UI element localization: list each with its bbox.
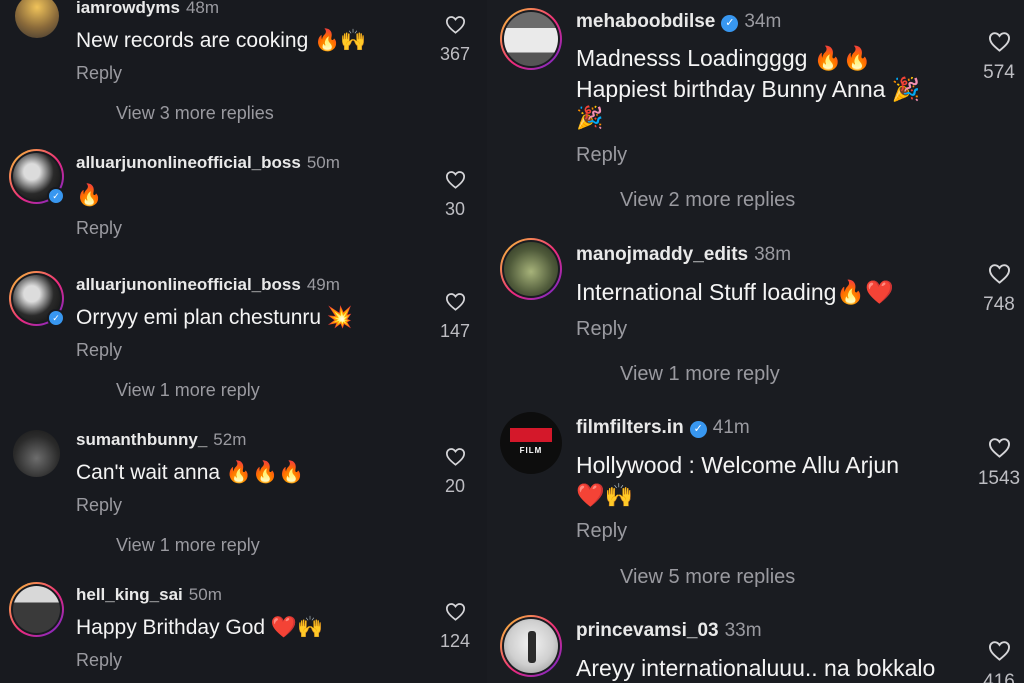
timestamp: 48m xyxy=(185,0,220,17)
avatar[interactable]: FILM xyxy=(500,412,562,474)
heart-outline-icon xyxy=(445,448,465,466)
comment-text-line-2: Happiest birthday Bunny Anna 🎉 xyxy=(576,76,921,102)
avatar[interactable] xyxy=(500,8,562,70)
comment-text-line-3: 🎉 xyxy=(576,105,604,130)
reply-button[interactable]: Reply xyxy=(76,218,122,239)
like-count: 147 xyxy=(439,321,471,341)
avatar-label: FILM xyxy=(519,446,543,455)
comment-text-line-1: Hollywood : Welcome Allu Arjun xyxy=(576,452,899,478)
heart-outline-icon xyxy=(988,438,1010,458)
timestamp: 49m xyxy=(306,275,340,294)
view-more-replies[interactable]: View 1 more reply xyxy=(116,380,260,401)
comments-column-right: mehaboobdilse ✓ 34m Madnesss Loadingggg 🔥🔥… xyxy=(487,0,1024,683)
comment-text: Can't wait anna 🔥🔥🔥 xyxy=(76,461,305,484)
like-count: 748 xyxy=(983,294,1015,315)
reply-button[interactable]: Reply xyxy=(76,63,122,84)
timestamp: 41m xyxy=(712,417,750,438)
view-more-replies[interactable]: View 5 more replies xyxy=(620,566,795,589)
timestamp: 33m xyxy=(724,620,762,641)
like-button[interactable]: 20 xyxy=(432,447,478,497)
comment-text: Happy Brithday God ❤️🙌 xyxy=(76,616,324,639)
like-count: 20 xyxy=(444,476,466,496)
reply-button[interactable]: Reply xyxy=(76,340,122,361)
view-more-replies[interactable]: View 2 more replies xyxy=(620,189,795,212)
avatar[interactable] xyxy=(500,238,562,300)
avatar[interactable] xyxy=(15,0,59,38)
username[interactable]: alluarjunonlineofficial_boss xyxy=(76,153,301,172)
comment-text: New records are cooking 🔥🙌 xyxy=(76,29,367,52)
like-button[interactable]: 1543 xyxy=(971,437,1024,490)
heart-outline-icon xyxy=(988,641,1010,661)
like-count: 574 xyxy=(983,62,1015,83)
timestamp: 34m xyxy=(744,11,782,32)
like-count: 124 xyxy=(439,631,471,651)
comment-text-line-2: ❤️🙌 xyxy=(576,482,634,508)
comment-text-line-1: Madnesss Loadingggg 🔥🔥 xyxy=(576,45,872,71)
verified-badge-icon: ✓ xyxy=(689,421,707,438)
timestamp: 50m xyxy=(188,585,222,604)
avatar[interactable]: ✓ xyxy=(9,149,65,205)
username[interactable]: manojmaddy_edits xyxy=(576,244,748,265)
timestamp: 52m xyxy=(213,430,247,449)
username[interactable]: sumanthbunny_ xyxy=(76,430,207,449)
username[interactable]: hell_king_sai xyxy=(76,585,183,604)
comments-column-left: iamrowdyms 48m New records are cooking 🔥🙌… xyxy=(0,0,487,683)
avatar[interactable] xyxy=(500,615,562,677)
view-more-replies[interactable]: View 1 more reply xyxy=(620,363,780,386)
heart-outline-icon xyxy=(988,264,1010,284)
like-count: 1543 xyxy=(977,468,1021,489)
username[interactable]: mehaboobdilse xyxy=(576,11,715,32)
username[interactable]: filmfilters.in xyxy=(576,417,684,438)
like-count: 416 xyxy=(983,671,1015,683)
heart-outline-icon xyxy=(445,16,465,34)
timestamp: 38m xyxy=(754,244,792,265)
comment-text: 🔥 xyxy=(76,184,103,207)
comment-text-line-1: International Stuff loading🔥❤️ xyxy=(576,279,894,305)
reply-button[interactable]: Reply xyxy=(576,144,627,167)
verified-badge-icon: ✓ xyxy=(721,15,739,32)
like-button[interactable]: 30 xyxy=(432,170,478,220)
timestamp: 50m xyxy=(306,153,340,172)
verified-badge-icon: ✓ xyxy=(47,187,65,205)
comment-text-line-1: Areyy internationaluuu.. na bokkalo xyxy=(576,655,936,681)
username[interactable]: iamrowdyms xyxy=(76,0,180,17)
reply-button[interactable]: Reply xyxy=(76,495,122,516)
like-button[interactable]: 748 xyxy=(974,263,1024,316)
like-count: 367 xyxy=(439,44,471,64)
username[interactable]: alluarjunonlineofficial_boss xyxy=(76,275,301,294)
view-more-replies[interactable]: View 1 more reply xyxy=(116,535,260,556)
like-button[interactable]: 124 xyxy=(432,602,478,652)
reply-button[interactable]: Reply xyxy=(576,520,627,543)
reply-button[interactable]: Reply xyxy=(576,318,627,341)
like-count: 30 xyxy=(444,199,466,219)
heart-outline-icon xyxy=(445,171,465,189)
comment-text: Orryyy emi plan chestunru 💥 xyxy=(76,306,354,329)
heart-outline-icon xyxy=(988,32,1010,52)
view-more-replies[interactable]: View 3 more replies xyxy=(116,103,274,124)
avatar[interactable] xyxy=(9,582,64,637)
heart-outline-icon xyxy=(445,293,465,311)
verified-badge-icon: ✓ xyxy=(47,309,65,327)
like-button[interactable]: 416 xyxy=(974,640,1024,683)
heart-outline-icon xyxy=(445,603,465,621)
avatar[interactable]: ✓ xyxy=(9,271,65,327)
avatar[interactable] xyxy=(13,430,60,477)
like-button[interactable]: 574 xyxy=(974,31,1024,84)
like-button[interactable]: 367 xyxy=(432,15,478,65)
username[interactable]: princevamsi_03 xyxy=(576,620,719,641)
like-button[interactable]: 147 xyxy=(432,292,478,342)
reply-button[interactable]: Reply xyxy=(76,650,122,671)
